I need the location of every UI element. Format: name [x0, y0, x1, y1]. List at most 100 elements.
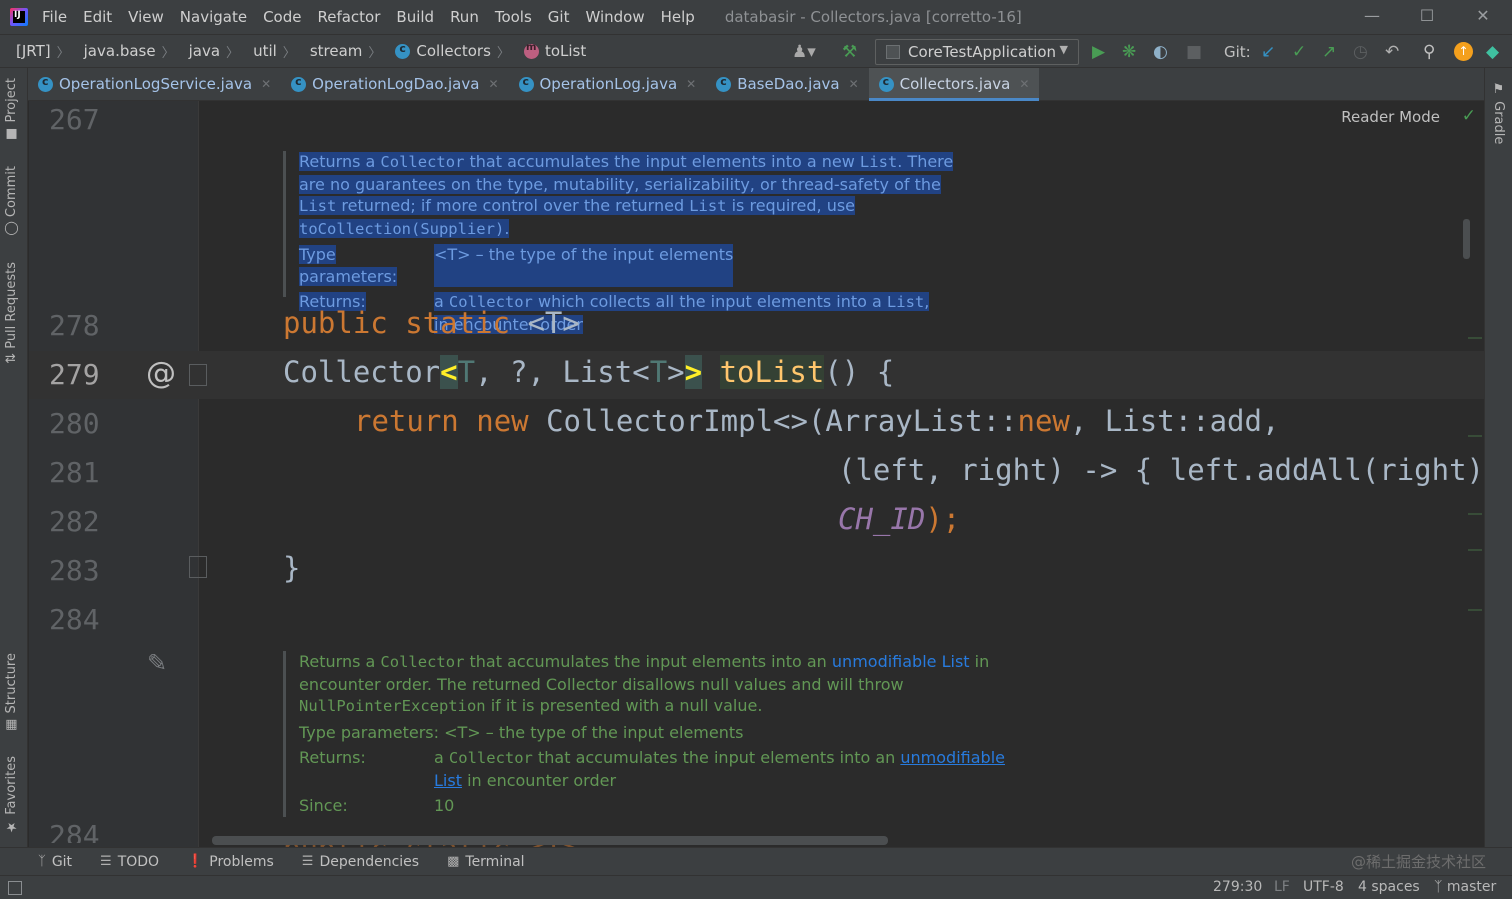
doc-code: toCollection(Supplier): [299, 219, 505, 238]
doc-link[interactable]: unmodifiable List: [832, 652, 970, 671]
close-tab-icon[interactable]: ✕: [1019, 77, 1029, 91]
breadcrumb-java-base[interactable]: java.base 〉: [84, 42, 175, 61]
close-tab-icon[interactable]: ✕: [488, 77, 498, 91]
menu-file[interactable]: File: [42, 8, 67, 26]
tool-terminal[interactable]: ▩ Terminal: [447, 854, 524, 870]
inspection-ok-icon[interactable]: ✓: [1462, 106, 1476, 126]
update-available-icon[interactable]: ↑: [1454, 42, 1473, 61]
breadcrumb-label: [JRT]: [16, 42, 51, 60]
git-push-icon[interactable]: ↗: [1322, 43, 1336, 61]
minimize-icon[interactable]: —: [1362, 6, 1382, 25]
close-icon[interactable]: ✕: [1473, 6, 1493, 25]
tool-favorites[interactable]: ★ Favorites: [4, 756, 19, 834]
chevron-right-icon: 〉: [368, 45, 382, 61]
maximize-icon[interactable]: ☐: [1417, 6, 1437, 25]
breadcrumb-collectors[interactable]: Collectors 〉: [395, 42, 510, 61]
caret-position[interactable]: 279:30: [1213, 879, 1262, 895]
run-icon[interactable]: ▶: [1092, 43, 1105, 61]
tab-operation-log-dao[interactable]: OperationLogDao.java ✕: [281, 68, 508, 100]
menu-tools[interactable]: Tools: [495, 8, 532, 26]
tool-structure[interactable]: ▦ Structure: [4, 653, 19, 733]
toggle-tool-windows-icon[interactable]: [8, 881, 22, 895]
stop-icon[interactable]: ■: [1186, 43, 1202, 61]
list-icon: ☰: [100, 854, 112, 869]
chevron-right-icon: 〉: [282, 45, 296, 61]
tab-label: OperationLogDao.java: [312, 75, 480, 93]
menu-navigate[interactable]: Navigate: [180, 8, 247, 26]
plugin-icon[interactable]: ◆: [1486, 43, 1499, 61]
user-account-icon[interactable]: ♟▾: [792, 43, 816, 61]
close-tab-icon[interactable]: ✕: [686, 77, 696, 91]
code-token: >: [667, 355, 685, 389]
change-marker[interactable]: [1468, 513, 1482, 515]
fold-open-icon[interactable]: [189, 364, 207, 386]
doc-comment-tounmodifiablelist: Returns a Collector that accumulates the…: [283, 651, 1023, 817]
line-separator[interactable]: LF: [1274, 879, 1290, 895]
line-number: 279: [49, 358, 100, 391]
vertical-scrollbar[interactable]: [1463, 219, 1470, 259]
indent-setting[interactable]: 4 spaces: [1358, 879, 1420, 895]
breadcrumb-stream[interactable]: stream 〉: [310, 42, 382, 61]
tab-operation-log[interactable]: OperationLog.java ✕: [509, 68, 707, 100]
fold-close-icon[interactable]: [189, 556, 207, 578]
edit-pencil-icon[interactable]: ✎: [147, 649, 167, 677]
change-marker[interactable]: [1468, 337, 1482, 339]
menu-refactor[interactable]: Refactor: [317, 8, 380, 26]
status-bar: 279:30 LF UTF-8 4 spaces ᛉ master: [0, 875, 1512, 899]
menu-code[interactable]: Code: [263, 8, 301, 26]
git-branch-widget[interactable]: ᛉ master: [1434, 879, 1496, 895]
line-number: 278: [49, 309, 100, 342]
close-tab-icon[interactable]: ✕: [849, 77, 859, 91]
close-tab-icon[interactable]: ✕: [261, 77, 271, 91]
menu-view[interactable]: View: [128, 8, 164, 26]
rollback-icon[interactable]: ↶: [1385, 43, 1399, 61]
implements-marker-icon[interactable]: @: [146, 356, 176, 391]
history-icon[interactable]: ◷: [1353, 43, 1368, 61]
menu-build[interactable]: Build: [396, 8, 434, 26]
debug-icon[interactable]: ❋: [1122, 43, 1136, 61]
reader-mode-toggle[interactable]: Reader Mode: [1341, 108, 1440, 126]
menu-git[interactable]: Git: [548, 8, 570, 26]
tool-git[interactable]: ᛉ Git: [38, 854, 72, 870]
code-line-279: Collector<T, ?, List<T>> toList() {: [283, 355, 894, 389]
doc-text: in encounter order: [467, 770, 617, 790]
menu-window[interactable]: Window: [585, 8, 644, 26]
code-token: );: [925, 502, 961, 536]
coverage-icon[interactable]: ◐: [1153, 43, 1168, 61]
tool-problems[interactable]: ❗ Problems: [187, 854, 274, 870]
doc-label: Since:: [299, 796, 348, 815]
tool-dependencies[interactable]: ☰ Dependencies: [302, 854, 419, 870]
run-configuration-selector[interactable]: CoreTestApplication ▼: [875, 39, 1079, 65]
git-update-icon[interactable]: ↙: [1261, 43, 1275, 61]
change-marker[interactable]: [1468, 549, 1482, 551]
tool-todo[interactable]: ☰ TODO: [100, 854, 159, 870]
change-marker[interactable]: [1468, 435, 1482, 437]
file-encoding[interactable]: UTF-8: [1303, 879, 1344, 895]
tool-commit[interactable]: ◯ Commit: [4, 166, 19, 236]
horizontal-scrollbar[interactable]: [212, 836, 888, 845]
line-number: 281: [49, 456, 100, 489]
menu-run[interactable]: Run: [450, 8, 479, 26]
code-line-278: public static <T>: [283, 306, 580, 340]
search-icon[interactable]: ⚲: [1423, 43, 1435, 61]
breadcrumb-java[interactable]: java 〉: [189, 42, 239, 61]
tab-label: OperationLogService.java: [59, 75, 253, 93]
build-hammer-icon[interactable]: ⚒: [842, 43, 857, 61]
line-number: 282: [49, 505, 100, 538]
change-marker[interactable]: [1468, 609, 1482, 611]
menu-help[interactable]: Help: [661, 8, 695, 26]
tab-collectors[interactable]: Collectors.java ✕: [868, 68, 1040, 101]
tool-gradle[interactable]: ⚑ Gradle: [1491, 82, 1506, 144]
breadcrumb-tolist[interactable]: toList: [523, 42, 586, 60]
breadcrumb-util[interactable]: util 〉: [253, 42, 296, 61]
tab-base-dao[interactable]: BaseDao.java ✕: [706, 68, 868, 100]
git-commit-icon[interactable]: ✓: [1292, 43, 1306, 61]
menu-edit[interactable]: Edit: [83, 8, 112, 26]
tool-pull-requests[interactable]: ⇅ Pull Requests: [4, 262, 19, 364]
doc-text: if it is presented with a null value.: [490, 696, 763, 715]
doc-text: that accumulates the input elements into…: [469, 152, 855, 171]
tool-project[interactable]: ■ Project: [4, 78, 19, 142]
tab-operation-log-service[interactable]: OperationLogService.java ✕: [28, 68, 281, 100]
breadcrumb-jrt[interactable]: [JRT] 〉: [16, 42, 70, 61]
code-editor[interactable]: 267 278 279 280 281 282 283 284 284 @ ✎ …: [29, 101, 1484, 847]
